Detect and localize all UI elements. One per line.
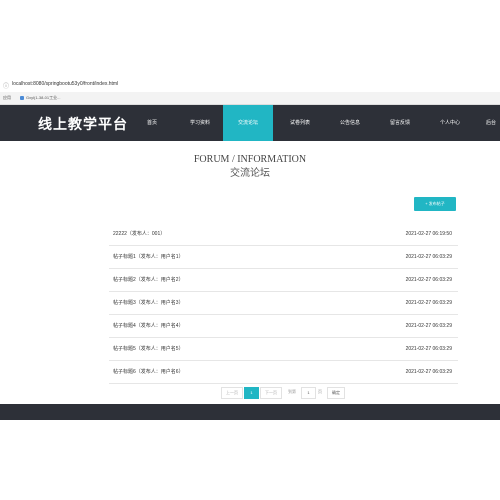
post-title[interactable]: 帖子标题5（发布人：用户名5）	[113, 338, 184, 360]
post-row[interactable]: 帖子标题1（发布人：用户名1） 2021-02-27 06:03:29	[109, 246, 458, 269]
post-row[interactable]: 帖子标题5（发布人：用户名5） 2021-02-27 06:03:29	[109, 338, 458, 361]
nav-item-exams[interactable]: 试卷列表	[280, 105, 320, 141]
goto-page-label: 到第	[288, 389, 296, 394]
post-time: 2021-02-27 06:03:29	[405, 277, 452, 283]
publish-post-label: 发布帖子	[428, 201, 445, 206]
publish-post-button[interactable]: + 发布帖子	[414, 197, 456, 211]
post-title[interactable]: 帖子标题4（发布人：用户名4）	[113, 315, 184, 337]
goto-page-input[interactable]: 1	[301, 387, 316, 399]
post-time: 2021-02-27 06:19:50	[405, 231, 452, 237]
post-row[interactable]: 帖子标题2（发布人：用户名2） 2021-02-27 06:03:29	[109, 269, 458, 292]
post-title[interactable]: 帖子标题1（发布人：用户名1）	[113, 246, 184, 268]
page-1-button[interactable]: 1	[244, 387, 259, 399]
nav-item-profile[interactable]: 个人中心	[430, 105, 470, 141]
post-row[interactable]: 帖子标题4（发布人：用户名4） 2021-02-27 06:03:29	[109, 315, 458, 338]
nav-item-notices[interactable]: 公告信息	[330, 105, 370, 141]
nav-item-materials[interactable]: 学习资料	[180, 105, 220, 141]
post-time: 2021-02-27 06:03:29	[405, 300, 452, 306]
post-row[interactable]: 帖子标题3（发布人：用户名3） 2021-02-27 06:03:29	[109, 292, 458, 315]
prev-page-button[interactable]: 上一页	[221, 387, 243, 399]
bookmark-item[interactable]: Gxyl(1-38-01工业...	[20, 95, 60, 101]
nav-item-forum[interactable]: 交流论坛	[223, 105, 273, 141]
post-time: 2021-02-27 06:03:29	[405, 369, 452, 375]
post-title[interactable]: 帖子标题6（发布人：用户名6）	[113, 361, 184, 383]
post-row[interactable]: 帖子标题6（发布人：用户名6） 2021-02-27 06:03:29	[109, 361, 458, 384]
post-time: 2021-02-27 06:03:29	[405, 346, 452, 352]
post-title[interactable]: 帖子标题3（发布人：用户名3）	[113, 292, 184, 314]
bookmark-apps[interactable]: 应用	[3, 95, 11, 101]
page-title-zh: 交流论坛	[230, 168, 270, 179]
page-unit-label: 页	[318, 389, 322, 394]
nav-item-feedback[interactable]: 留言反馈	[380, 105, 420, 141]
bookmarks-bar	[0, 92, 500, 105]
nav-item-home[interactable]: 首页	[137, 105, 167, 141]
plus-icon: +	[425, 201, 428, 206]
post-title[interactable]: 帖子标题2（发布人：用户名2）	[113, 269, 184, 291]
goto-confirm-button[interactable]: 确定	[327, 387, 345, 399]
post-title[interactable]: 22222（发布人：001）	[113, 223, 165, 245]
address-url[interactable]: localhost:8080/springbootu53y0/front/ind…	[12, 81, 118, 87]
page-footer	[0, 404, 500, 420]
next-page-button[interactable]: 下一页	[260, 387, 282, 399]
bookmark-favicon-icon	[20, 95, 24, 100]
site-logo[interactable]: 线上教学平台	[38, 114, 128, 134]
post-row[interactable]: 22222（发布人：001） 2021-02-27 06:19:50	[109, 223, 458, 246]
info-icon[interactable]: ⓘ	[3, 81, 9, 90]
bookmark-item-label: Gxyl(1-38-01工业...	[26, 95, 61, 100]
post-time: 2021-02-27 06:03:29	[405, 323, 452, 329]
nav-item-admin[interactable]: 后台	[482, 105, 500, 141]
post-time: 2021-02-27 06:03:29	[405, 254, 452, 260]
